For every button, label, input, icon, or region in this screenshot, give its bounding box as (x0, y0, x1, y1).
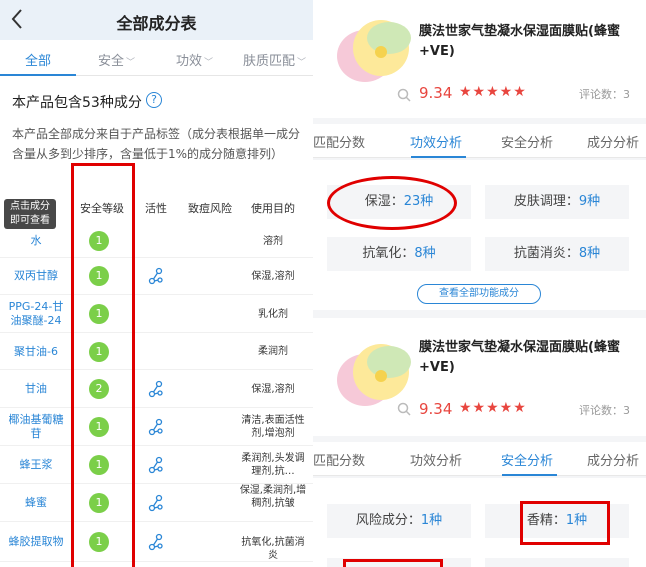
active-tab-indicator (0, 74, 76, 76)
product-title: 膜法世家气垫凝水保湿面膜贴(蜂蜜+VE) (419, 340, 620, 375)
chevron-down-icon: ﹀ (297, 58, 307, 68)
product-title: 膜法世家气垫凝水保湿面膜贴(蜂蜜+VE) (419, 24, 620, 59)
efficacy-chip-skin-conditioning[interactable]: 皮肤调理：9种 (485, 185, 629, 219)
tab-safety-analysis[interactable]: 安全分析 (501, 450, 553, 469)
help-icon[interactable]: ? (146, 92, 162, 108)
magnify-icon[interactable] (397, 88, 411, 102)
page-title: 全部成分表 (116, 14, 197, 33)
usage-purpose: 溶剂 (263, 236, 283, 247)
safety-chip (485, 558, 629, 567)
ingredient-name[interactable]: 蜂胶提取物 (4, 535, 68, 549)
column-header: 活性 (145, 202, 167, 215)
table-row[interactable]: 双丙甘醇 1 保湿,溶剂 (0, 257, 313, 295)
tab-efficacy-analysis[interactable]: 功效分析 (410, 132, 462, 151)
active-ingredient-icon (148, 533, 163, 551)
product-score: 9.34 (419, 84, 453, 102)
product-image (337, 344, 411, 406)
ingredient-name[interactable]: 甘油 (4, 382, 68, 396)
chevron-down-icon: ﹀ (204, 58, 214, 68)
review-count: 评论数：3 (579, 404, 630, 417)
usage-purpose: 保湿,溶剂 (251, 271, 295, 282)
highlight-ellipse (327, 176, 457, 230)
ingredient-name[interactable]: 蜂王浆 (4, 458, 68, 472)
ingredient-name[interactable]: 水 (4, 234, 68, 248)
rating-stars: ★★★★★ (459, 400, 527, 416)
tab-efficacy-analysis[interactable]: 功效分析 (410, 450, 462, 469)
highlight-box (71, 163, 135, 567)
usage-purpose: 清洁,表面活性剂,增泡剂 (241, 415, 305, 439)
highlight-box (520, 501, 610, 545)
product-card[interactable]: 膜法世家气垫凝水保湿面膜贴(蜂蜜+VE) 9.34 ★★★★★ 评论数：3 (313, 0, 646, 118)
analysis-tabs: 匹配分数 功效分析 安全分析 成分分析 (313, 442, 646, 476)
product-score: 9.34 (419, 400, 453, 418)
table-row[interactable]: PPG-24-甘油聚醚-24 1 乳化剂 (0, 295, 313, 333)
active-ingredient-icon (148, 380, 163, 398)
column-header: 致痘风险 (188, 202, 232, 215)
table-row[interactable]: 椰油基葡糖苷 1 清洁,表面活性剂,增泡剂 (0, 408, 313, 446)
highlight-box (343, 559, 443, 567)
product-image (337, 20, 411, 82)
tab-safety[interactable]: 安全 ﹀ (98, 50, 135, 69)
tab-skin-match[interactable]: 肤质匹配 ﹀ (243, 50, 306, 69)
view-all-efficacy-button[interactable]: 查看全部功能成分 (417, 284, 541, 304)
table-row[interactable]: 聚甘油-6 1 柔润剂 (0, 333, 313, 370)
ingredient-name[interactable]: 蜂蜜 (4, 496, 68, 510)
active-tab-indicator (502, 474, 557, 476)
analysis-screen: 膜法世家气垫凝水保湿面膜贴(蜂蜜+VE) 9.34 ★★★★★ 评论数：3 匹配… (313, 0, 646, 567)
table-row[interactable]: 甘油 2 保湿,溶剂 (0, 370, 313, 408)
review-count: 评论数：3 (579, 88, 630, 101)
top-bar: 全部成分表 (0, 0, 313, 40)
tab-match-score[interactable]: 匹配分数 (313, 132, 365, 151)
tab-match-score[interactable]: 匹配分数 (313, 450, 365, 469)
ingredient-name[interactable]: 双丙甘醇 (4, 269, 68, 283)
product-card[interactable]: 膜法世家气垫凝水保湿面膜贴(蜂蜜+VE) 9.34 ★★★★★ 评论数：3 (313, 318, 646, 436)
chevron-down-icon: ﹀ (126, 58, 136, 68)
efficacy-chip-antibacterial[interactable]: 抗菌消炎：8种 (485, 237, 629, 271)
tab-efficacy[interactable]: 功效 ﹀ (176, 50, 213, 69)
active-tab-indicator (411, 156, 466, 158)
tab-ingredient-analysis[interactable]: 成分分析 (587, 450, 639, 469)
ingredient-name[interactable]: 聚甘油-6 (4, 345, 68, 359)
source-description: 本产品全部成分来自于产品标签（成分表根据单一成分含量从多到少排序，含量低于1%的… (12, 127, 301, 161)
active-ingredient-icon (148, 494, 163, 512)
analysis-tabs: 匹配分数 功效分析 安全分析 成分分析 (313, 124, 646, 158)
rating-stars: ★★★★★ (459, 84, 527, 100)
ingredient-count: 本产品包含53种成分 (12, 95, 142, 111)
usage-purpose: 柔润剂 (258, 346, 288, 357)
tap-hint-tooltip: 点击成分 即可查看 (4, 199, 56, 229)
table-row[interactable]: 蜂王浆 1 柔润剂,头发调理剂,抗… (0, 446, 313, 484)
ingredient-name[interactable]: 椰油基葡糖苷 (4, 413, 68, 441)
ingredient-name[interactable]: PPG-24-甘油聚醚-24 (4, 300, 68, 328)
safety-chip-risk[interactable]: 风险成分：1种 (327, 504, 471, 538)
table-row[interactable]: 水 1 溶剂 (0, 224, 313, 258)
table-row[interactable]: 蜂胶提取物 1 抗氧化,抗菌消炎 (0, 522, 313, 562)
usage-purpose: 柔润剂,头发调理剂,抗… (241, 453, 305, 477)
active-ingredient-icon (148, 267, 163, 285)
filter-tabs: 全部 安全 ﹀ 功效 ﹀ 肤质匹配 ﹀ (0, 44, 313, 76)
usage-purpose: 乳化剂 (258, 309, 288, 320)
efficacy-chip-antioxidant[interactable]: 抗氧化：8种 (327, 237, 471, 271)
tab-safety-analysis[interactable]: 安全分析 (501, 132, 553, 151)
active-ingredient-icon (148, 456, 163, 474)
usage-purpose: 保湿,柔润剂,增稠剂,抗皱 (239, 485, 307, 509)
table-row[interactable]: 蜂蜜 1 保湿,柔润剂,增稠剂,抗皱 (0, 484, 313, 522)
active-ingredient-icon (148, 418, 163, 436)
usage-purpose: 抗氧化,抗菌消炎 (241, 537, 305, 561)
usage-purpose: 保湿,溶剂 (251, 384, 295, 395)
magnify-icon[interactable] (397, 402, 411, 416)
tab-ingredient-analysis[interactable]: 成分分析 (587, 132, 639, 151)
ingredient-list-screen: 全部成分表 全部 安全 ﹀ 功效 ﹀ 肤质匹配 ﹀ 本产品包含53种成分 ? 本产品全… (0, 0, 313, 567)
column-header: 使用目的 (251, 202, 295, 215)
tab-all[interactable]: 全部 (25, 50, 51, 69)
